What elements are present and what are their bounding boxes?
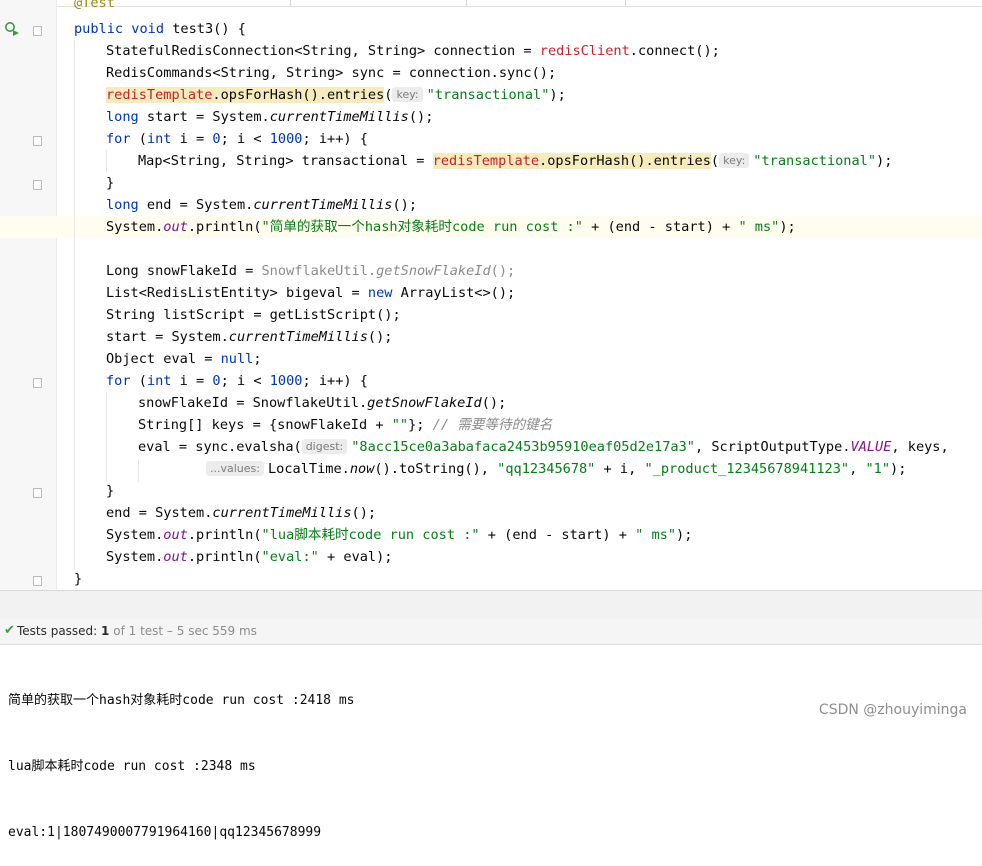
code-line: @Test — [74, 0, 115, 11]
code-line: List<RedisListEntity> bigeval = new Arra… — [106, 285, 516, 301]
code-line: long start = System.currentTimeMillis(); — [106, 109, 434, 125]
fold-marker-icon[interactable] — [33, 378, 42, 388]
editor-gutter — [0, 0, 56, 590]
code-editor[interactable]: @Test public void test3() { StatefulRedi… — [74, 0, 949, 616]
console-output[interactable]: 简单的获取一个hash对象耗时code run cost :2418 ms lu… — [8, 646, 355, 866]
tests-detail: of 1 test – 5 sec 559 ms — [113, 624, 257, 638]
code-line: ...values: LocalTime.now().toString(), "q… — [206, 458, 906, 480]
editor-tab-strip — [0, 0, 982, 7]
code-line: Map<String, String> transactional = redi… — [138, 153, 893, 169]
fold-marker-icon[interactable] — [33, 26, 42, 36]
code-line: for (int i = 0; i < 1000; i++) { — [106, 131, 368, 147]
code-line: } — [106, 175, 115, 191]
code-line: RedisCommands<String, String> sync = con… — [106, 65, 557, 81]
gutter-separator — [56, 0, 57, 590]
code-line: System.out.println("lua脚本耗时code run cost… — [106, 527, 693, 543]
run-test-icon[interactable] — [4, 21, 20, 37]
code-line: String listScript = getListScript(); — [106, 307, 401, 323]
code-line: for (int i = 0; i < 1000; i++) { — [106, 373, 368, 389]
code-line: System.out.println("eval:" + eval); — [106, 549, 393, 565]
code-line: System.out.println("简单的获取一个hash对象耗时code … — [106, 219, 796, 235]
parameter-hint: key: — [719, 153, 750, 168]
code-line: snowFlakeId = SnowflakeUtil.getSnowFlake… — [138, 395, 507, 411]
fold-marker-icon[interactable] — [33, 180, 42, 190]
indent-guide — [106, 392, 107, 482]
tests-passed-count: 1 — [101, 624, 110, 638]
tests-passed-label: Tests passed: — [17, 624, 98, 638]
code-line: eval = sync.evalsha(digest: "8acc15ce0a3a… — [138, 439, 949, 455]
code-line: Object eval = null; — [106, 351, 262, 367]
fold-marker-icon[interactable] — [33, 576, 42, 586]
fold-marker-icon[interactable] — [33, 488, 42, 498]
test-status-bar: ✔ Tests passed: 1 of 1 test – 5 sec 559 … — [0, 618, 982, 645]
parameter-hint: key: — [392, 87, 423, 102]
parameter-hint: ...values: — [206, 461, 264, 476]
indent-guide — [138, 460, 139, 482]
console-line: eval:1|1807490007791964160|qq12345678999 — [8, 825, 322, 840]
fold-marker-icon[interactable] — [33, 136, 42, 146]
code-line: public void test3() { — [74, 21, 246, 37]
console-line: lua脚本耗时code run cost :2348 ms — [8, 759, 256, 774]
code-line: Long snowFlakeId = SnowflakeUtil.getSnow… — [106, 263, 516, 279]
parameter-hint: digest: — [301, 439, 348, 454]
code-line: String[] keys = {snowFlakeId + ""}; // 需… — [138, 417, 553, 433]
run-panel-toolbar — [0, 590, 982, 619]
tab-strip-border — [0, 6, 982, 7]
indent-guide — [106, 150, 107, 172]
code-line: redisTemplate.opsForHash().entries(key: "… — [106, 87, 566, 103]
watermark: CSDN @zhouyiminga — [818, 702, 967, 718]
check-icon: ✔ — [4, 623, 15, 638]
console-line: 简单的获取一个hash对象耗时code run cost :2418 ms — [8, 693, 355, 708]
code-line: long end = System.currentTimeMillis(); — [106, 197, 418, 213]
code-line: StatefulRedisConnection<String, String> … — [106, 43, 720, 59]
code-line: } — [74, 571, 83, 587]
code-line: end = System.currentTimeMillis(); — [106, 505, 377, 521]
code-line: start = System.currentTimeMillis(); — [106, 329, 393, 345]
code-line: } — [106, 483, 115, 499]
